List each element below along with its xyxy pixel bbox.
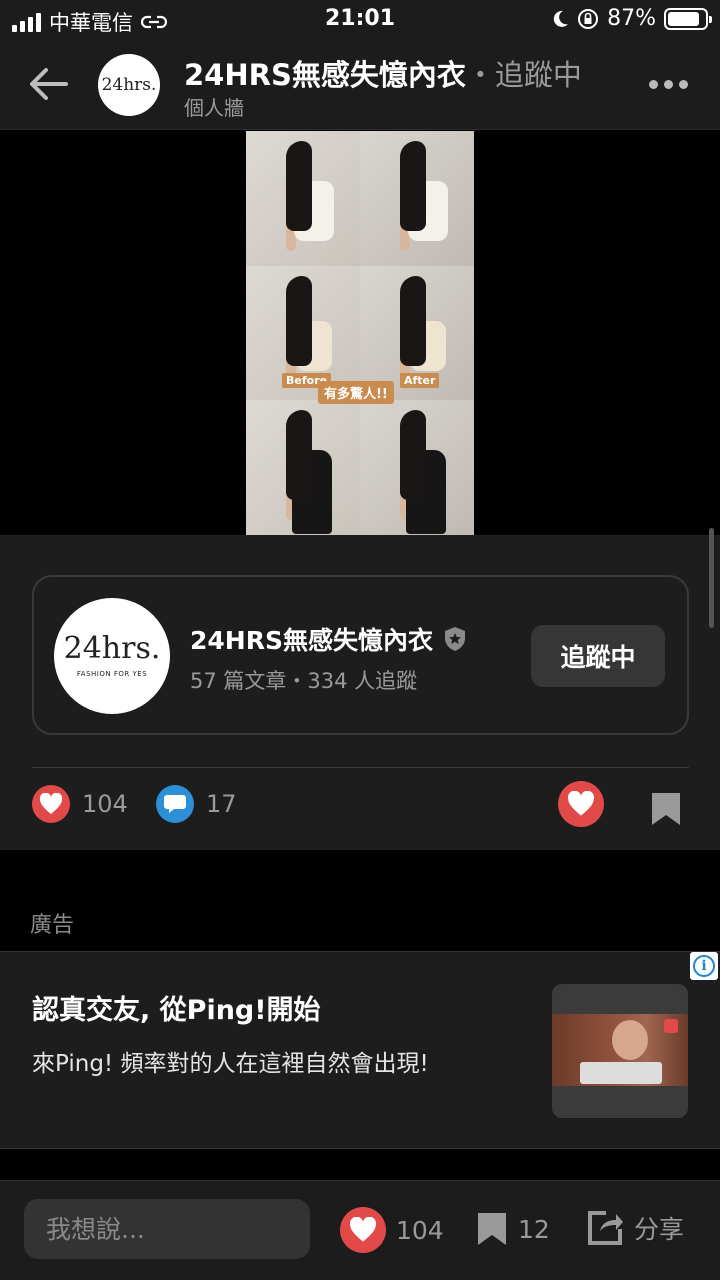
bookmark-icon [652, 793, 680, 825]
follow-button[interactable]: 追蹤中 [531, 625, 665, 687]
status-right: 87% [551, 6, 712, 31]
react-button[interactable] [558, 781, 604, 827]
comment-input[interactable] [24, 1199, 310, 1259]
post-actions: 104 17 [0, 781, 720, 835]
comment-action[interactable]: 17 [156, 785, 237, 823]
author-name-row[interactable]: 24HRS無感失憶內衣 [190, 621, 467, 657]
page-subtitle: 個人牆 [184, 96, 244, 120]
post-image[interactable]: Before After [246, 131, 474, 535]
author-logo: 24hrs. [63, 631, 161, 666]
bottom-bar: 104 12 分享 [0, 1180, 720, 1280]
post-image-area[interactable]: Before After 有多驚人!! [0, 131, 720, 535]
bottom-bookmark-count: 12 [518, 1214, 550, 1244]
more-options-button[interactable] [649, 80, 688, 89]
ad-title[interactable]: 認真交友, 從Ping!開始 [32, 988, 321, 1027]
top-nav: 24hrs. 24HRS無感失憶內衣・追蹤中 個人牆 [0, 40, 720, 130]
bottom-like-button[interactable]: 104 [340, 1207, 444, 1253]
photo-before-black-top [246, 400, 360, 535]
orientation-lock-icon [578, 8, 599, 29]
heart-icon [32, 785, 70, 823]
heart-icon [340, 1207, 386, 1253]
post-footer: 24hrs. FASHION FOR YES 24HRS無感失憶內衣 57 篇文… [0, 535, 720, 850]
back-button[interactable] [24, 62, 72, 106]
like-action[interactable]: 104 [32, 785, 128, 823]
share-button[interactable]: 分享 [586, 1209, 684, 1247]
ad-thumbnail[interactable] [552, 984, 688, 1118]
bottom-bookmark-button[interactable]: 12 [476, 1211, 550, 1247]
photo-after-black-top [360, 400, 474, 535]
caption-label: 有多驚人!! [318, 381, 394, 404]
share-icon [588, 1211, 623, 1245]
battery-icon [664, 7, 712, 30]
photo-before-white-top [246, 131, 360, 266]
follow-status: ・追蹤中 [465, 58, 582, 92]
page-name: 24HRS無感失憶內衣 [184, 58, 466, 92]
scroll-indicator[interactable] [709, 528, 714, 628]
comment-count: 17 [206, 790, 237, 818]
back-arrow-icon [30, 68, 68, 100]
like-count: 104 [82, 790, 128, 818]
bookmark-icon [478, 1213, 506, 1245]
author-avatar[interactable]: 24hrs. FASHION FOR YES [54, 598, 170, 714]
ad-description: 來Ping! 頻率對的人在這裡自然會出現! [32, 1051, 429, 1077]
avatar-logo-text: 24hrs. [101, 75, 157, 95]
verified-shield-icon [444, 627, 465, 651]
author-stats: 57 篇文章・334 人追蹤 [190, 669, 418, 693]
bookmark-button[interactable] [650, 791, 682, 827]
status-bar: 中華電信 21:01 87% [0, 0, 720, 40]
info-icon: i [693, 955, 715, 977]
author-name: 24HRS無感失憶內衣 [190, 626, 433, 655]
moon-icon [553, 10, 569, 27]
photo-after-white-top [360, 131, 474, 266]
page-avatar[interactable]: 24hrs. [98, 54, 160, 116]
after-label: After [400, 373, 440, 389]
ad-card[interactable]: i 認真交友, 從Ping!開始 來Ping! 頻率對的人在這裡自然會出現! [0, 951, 720, 1149]
ad-section-label: 廣告 [30, 913, 75, 938]
divider [32, 767, 689, 768]
page-title[interactable]: 24HRS無感失憶內衣・追蹤中 [184, 52, 582, 94]
share-label: 分享 [634, 1215, 685, 1244]
author-tagline: FASHION FOR YES [76, 670, 148, 678]
battery-percent: 87% [607, 6, 656, 31]
bottom-like-count: 104 [396, 1215, 444, 1245]
ad-section: 廣告 i 認真交友, 從Ping!開始 來Ping! 頻率對的人在這裡自然會出現… [0, 851, 720, 1181]
author-card[interactable]: 24hrs. FASHION FOR YES 24HRS無感失憶內衣 57 篇文… [32, 575, 689, 735]
comment-icon [156, 785, 194, 823]
big-heart-icon [558, 781, 604, 827]
ad-info-button[interactable]: i [690, 952, 718, 980]
